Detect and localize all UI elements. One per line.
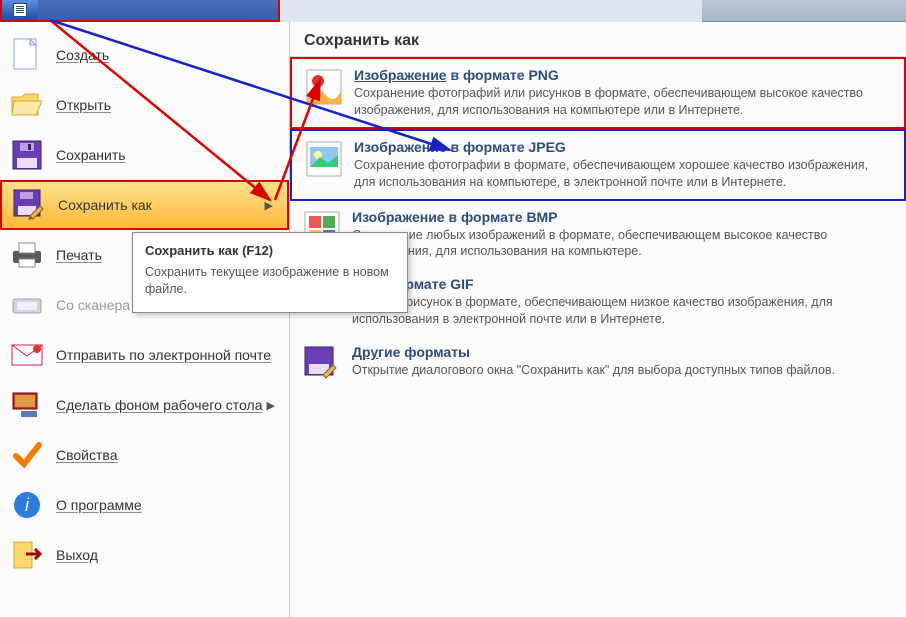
menu-wallpaper-label: Сделать фоном рабочего стола xyxy=(56,397,263,413)
menu-email-label: Отправить по электронной почте xyxy=(56,347,271,363)
chevron-right-icon: ▶ xyxy=(265,199,273,212)
gif-title: ие в формате GIF xyxy=(352,276,894,292)
folder-open-icon xyxy=(10,88,44,122)
save-as-other[interactable]: Другие форматы Открытие диалогового окна… xyxy=(290,336,906,392)
bmp-title: Изображение в формате BMP xyxy=(352,209,894,225)
menu-save-label: Сохранить xyxy=(56,147,126,163)
menu-about-label: О программе xyxy=(56,497,142,513)
jpeg-icon xyxy=(304,139,344,179)
tooltip-body: Сохранить текущее изображение в новом фа… xyxy=(145,264,395,298)
tooltip-title: Сохранить как (F12) xyxy=(145,243,395,258)
menu-save-as-label: Сохранить как xyxy=(58,197,152,213)
chevron-right-icon: ▶ xyxy=(267,399,275,412)
floppy-icon xyxy=(10,138,44,172)
exit-icon xyxy=(10,538,44,572)
other-formats-icon xyxy=(302,344,342,384)
menu-exit[interactable]: Выход xyxy=(0,530,289,580)
menu-create-label: Создать xyxy=(56,47,109,63)
menu-create[interactable]: Создать xyxy=(0,30,289,80)
menu-about[interactable]: i О программе xyxy=(0,480,289,530)
scanner-icon xyxy=(10,288,44,322)
save-as-jpeg[interactable]: Изображение в формате JPEG Сохранение фо… xyxy=(290,129,906,201)
save-as-submenu: Сохранить как Изображение в формате PNG … xyxy=(290,22,906,617)
app-menu-button-area xyxy=(0,0,280,22)
png-title: Изображение в формате PNG xyxy=(354,67,892,83)
other-desc: Открытие диалогового окна "Сохранить как… xyxy=(352,362,894,379)
menu-email[interactable]: Отправить по электронной почте xyxy=(0,330,289,380)
menu-open[interactable]: Открыть xyxy=(0,80,289,130)
new-file-icon xyxy=(10,38,44,72)
app-menu-button[interactable] xyxy=(2,0,38,20)
menu-print-label: Печать xyxy=(56,247,102,263)
title-bar-right xyxy=(702,0,906,22)
save-as-tooltip: Сохранить как (F12) Сохранить текущее из… xyxy=(132,232,408,313)
bmp-desc: Сохранение любых изображений в формате, … xyxy=(352,227,894,261)
document-icon xyxy=(13,3,27,17)
jpeg-desc: Сохранение фотографии в формате, обеспеч… xyxy=(354,157,892,191)
printer-icon xyxy=(10,238,44,272)
menu-properties[interactable]: Свойства xyxy=(0,430,289,480)
menu-wallpaper[interactable]: Сделать фоном рабочего стола ▶ xyxy=(0,380,289,430)
menu-properties-label: Свойства xyxy=(56,447,117,463)
other-title: Другие форматы xyxy=(352,344,894,360)
jpeg-title: Изображение в формате JPEG xyxy=(354,139,892,155)
file-menu-left: Создать Открыть Сохранить Сохранить как … xyxy=(0,22,290,617)
menu-save-as[interactable]: Сохранить как ▶ xyxy=(0,180,289,230)
png-desc: Сохранение фотографий или рисунков в фор… xyxy=(354,85,892,119)
png-icon xyxy=(304,67,344,107)
submenu-header: Сохранить как xyxy=(290,22,906,57)
menu-exit-label: Выход xyxy=(56,547,98,563)
file-menu: Создать Открыть Сохранить Сохранить как … xyxy=(0,22,906,617)
checkmark-icon xyxy=(10,438,44,472)
info-icon: i xyxy=(10,488,44,522)
floppy-pencil-icon xyxy=(12,188,46,222)
menu-open-label: Открыть xyxy=(56,97,111,113)
envelope-icon xyxy=(10,338,44,372)
menu-save[interactable]: Сохранить xyxy=(0,130,289,180)
gif-desc: простого рисунок в формате, обеспечивающ… xyxy=(352,294,894,328)
desktop-icon xyxy=(10,388,44,422)
save-as-png[interactable]: Изображение в формате PNG Сохранение фот… xyxy=(290,57,906,129)
